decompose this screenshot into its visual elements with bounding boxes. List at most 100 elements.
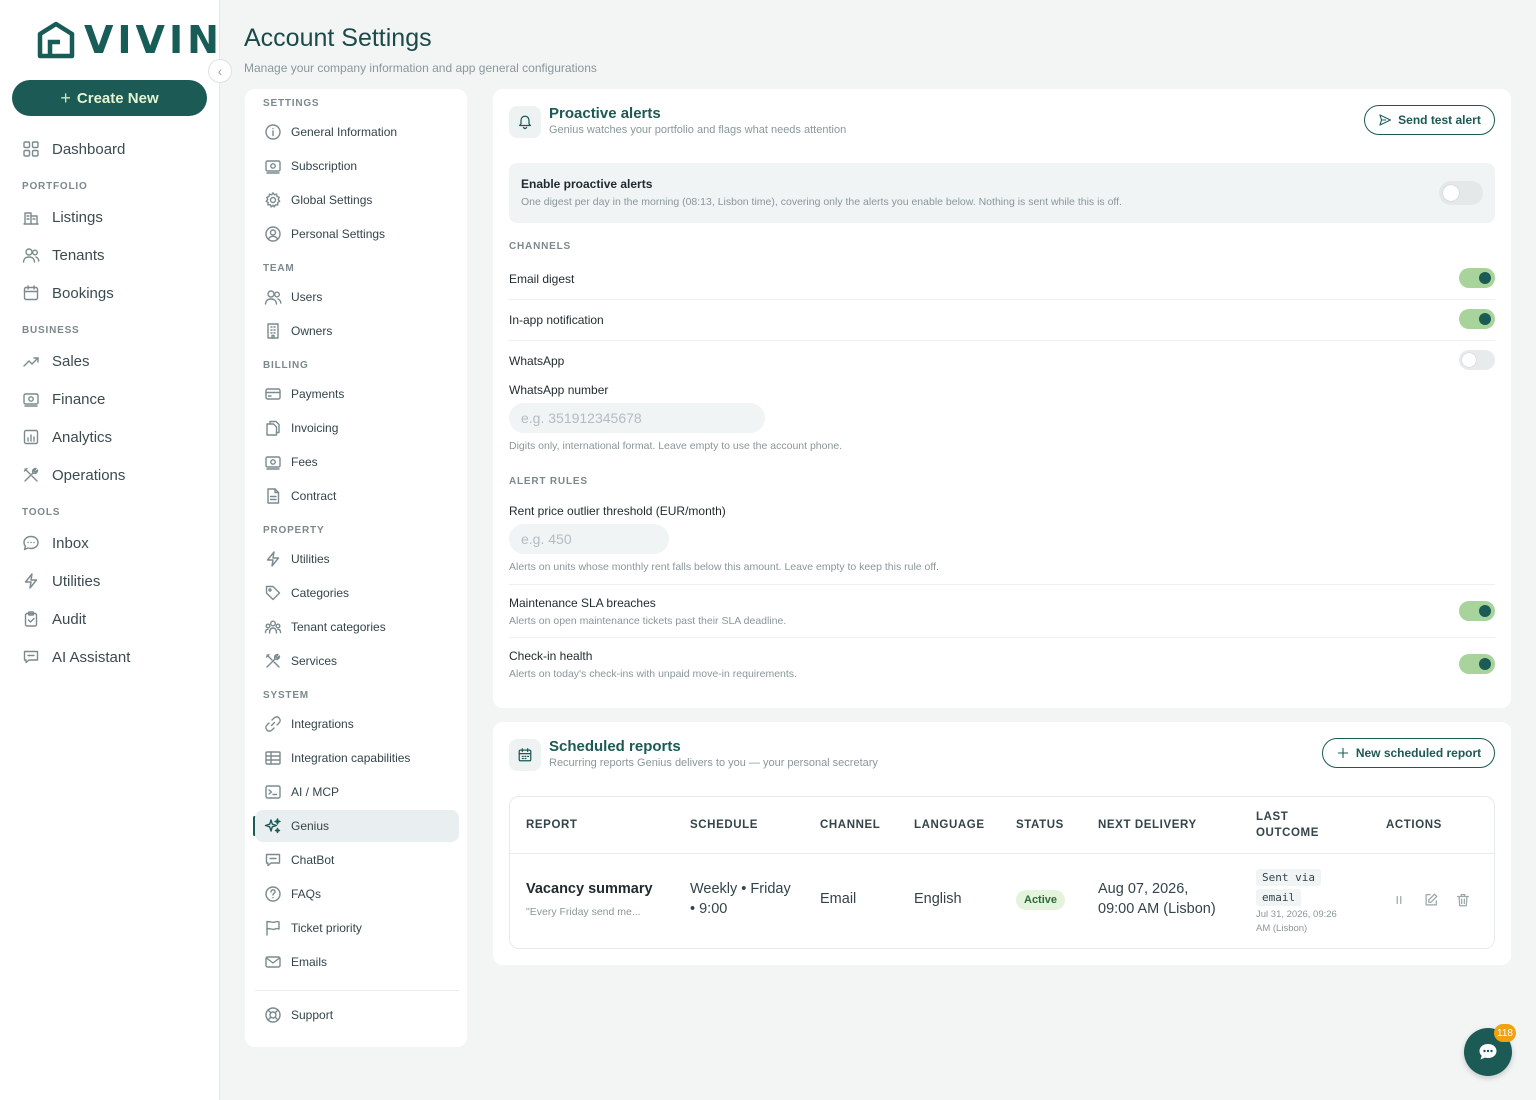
pause-button[interactable] bbox=[1391, 892, 1409, 910]
menu-ticket-priority[interactable]: Ticket priority bbox=[255, 912, 459, 944]
menu-support[interactable]: Support bbox=[255, 999, 459, 1031]
nav-inbox[interactable]: Inbox bbox=[22, 529, 89, 557]
menu-categories[interactable]: Categories bbox=[255, 577, 459, 609]
menu-integrations[interactable]: Integrations bbox=[255, 708, 459, 740]
grid-icon bbox=[23, 141, 39, 157]
logo[interactable]: VIVIN bbox=[36, 20, 223, 60]
channels-label: CHANNELS bbox=[509, 241, 571, 252]
menu-subscription[interactable]: Subscription bbox=[255, 150, 459, 182]
nav-bookings[interactable]: Bookings bbox=[22, 279, 114, 307]
column-schedule: SCHEDULE bbox=[690, 819, 759, 831]
menu-emails[interactable]: Emails bbox=[255, 946, 459, 978]
new-scheduled-report-button[interactable]: New scheduled report bbox=[1322, 738, 1495, 768]
menu-utilities[interactable]: Utilities bbox=[255, 543, 459, 575]
tag-icon bbox=[265, 585, 281, 601]
bell-icon bbox=[509, 106, 541, 138]
in-app-notification-toggle[interactable] bbox=[1459, 309, 1495, 329]
nav-tenants[interactable]: Tenants bbox=[22, 241, 105, 269]
menu-contract[interactable]: Contract bbox=[255, 480, 459, 512]
menu-invoicing[interactable]: Invoicing bbox=[255, 412, 459, 444]
create-new-button[interactable]: + Create New bbox=[12, 80, 207, 116]
enable-alerts-toggle[interactable] bbox=[1439, 181, 1483, 205]
rent-threshold-input[interactable] bbox=[509, 524, 669, 554]
column-channel: CHANNEL bbox=[820, 819, 881, 831]
menu-label: Categories bbox=[291, 586, 350, 600]
menu-genius[interactable]: Genius bbox=[255, 810, 459, 842]
chat-notification-badge: 118 bbox=[1494, 1024, 1516, 1042]
report-name[interactable]: Vacancy summary bbox=[526, 881, 653, 897]
nav-utilities[interactable]: Utilities bbox=[22, 567, 100, 595]
status-badge: Active bbox=[1016, 890, 1066, 910]
menu-personal-settings[interactable]: Personal Settings bbox=[255, 218, 459, 250]
row-divider bbox=[509, 299, 1495, 300]
scheduled-reports-card: Scheduled reports Recurring reports Geni… bbox=[493, 722, 1511, 965]
menu-section-system: SYSTEM bbox=[263, 690, 309, 701]
sla-breaches-title: Maintenance SLA breaches bbox=[509, 596, 656, 610]
nav-listings[interactable]: Listings bbox=[22, 203, 103, 231]
nav-utilities-label: Utilities bbox=[52, 572, 101, 590]
group-icon bbox=[264, 620, 282, 634]
menu-label: Genius bbox=[291, 819, 330, 833]
trash-icon bbox=[1457, 894, 1469, 907]
column-actions: ACTIONS bbox=[1386, 819, 1442, 831]
send-test-alert-button[interactable]: Send test alert bbox=[1364, 105, 1495, 135]
edit-button[interactable] bbox=[1423, 892, 1441, 910]
menu-integration-capabilities[interactable]: Integration capabilities bbox=[255, 742, 459, 774]
menu-chatbot[interactable]: ChatBot bbox=[255, 844, 459, 876]
menu-section-team: TEAM bbox=[263, 263, 295, 274]
check-in-health-toggle[interactable] bbox=[1459, 654, 1495, 674]
link-icon bbox=[265, 716, 281, 732]
building-icon bbox=[267, 323, 279, 339]
last-outcome-date-line1: Jul 31, 2026, 09:26 bbox=[1256, 909, 1337, 920]
proactive-alerts-card: Proactive alerts Genius watches your por… bbox=[493, 89, 1511, 708]
menu-owners[interactable]: Owners bbox=[255, 315, 459, 347]
proactive-alerts-title: Proactive alerts bbox=[549, 105, 661, 122]
menu-label: Global Settings bbox=[291, 193, 373, 207]
users-icon bbox=[264, 290, 282, 305]
menu-global-settings[interactable]: Global Settings bbox=[255, 184, 459, 216]
menu-services[interactable]: Services bbox=[255, 645, 459, 677]
column-last-outcome-line1: LAST bbox=[1256, 811, 1289, 823]
last-outcome-text: Sent via email bbox=[1256, 867, 1321, 907]
menu-users[interactable]: Users bbox=[255, 281, 459, 313]
menu-tenant-categories[interactable]: Tenant categories bbox=[255, 611, 459, 643]
menu-label: Utilities bbox=[291, 552, 330, 566]
document-icon bbox=[267, 488, 280, 504]
menu-faqs[interactable]: FAQs bbox=[255, 878, 459, 910]
nav-finance[interactable]: Finance bbox=[22, 385, 105, 413]
whatsapp-toggle[interactable] bbox=[1459, 350, 1495, 370]
delete-button[interactable] bbox=[1455, 892, 1473, 910]
menu-fees[interactable]: Fees bbox=[255, 446, 459, 478]
sla-breaches-toggle[interactable] bbox=[1459, 601, 1495, 621]
menu-label: Personal Settings bbox=[291, 227, 386, 241]
menu-label: AI / MCP bbox=[291, 785, 340, 799]
menu-payments[interactable]: Payments bbox=[255, 378, 459, 410]
nav-analytics[interactable]: Analytics bbox=[22, 423, 112, 451]
in-app-notification-label: In-app notification bbox=[509, 313, 604, 327]
nav-audit[interactable]: Audit bbox=[22, 605, 86, 633]
menu-label: Ticket priority bbox=[291, 921, 362, 935]
menu-label: ChatBot bbox=[291, 853, 335, 867]
plus-icon: + bbox=[60, 87, 71, 108]
nav-sales[interactable]: Sales bbox=[22, 347, 90, 375]
help-circle-icon bbox=[265, 886, 281, 902]
nav-ai-assistant[interactable]: AI Assistant bbox=[22, 643, 130, 671]
nav-operations[interactable]: Operations bbox=[22, 461, 125, 489]
nav-listings-label: Listings bbox=[52, 208, 103, 226]
menu-divider bbox=[255, 990, 459, 991]
menu-ai-mcp[interactable]: AI / MCP bbox=[255, 776, 459, 808]
email-digest-toggle[interactable] bbox=[1459, 268, 1495, 288]
user-circle-icon bbox=[265, 226, 281, 242]
enable-alerts-description: One digest per day in the morning (08:13… bbox=[521, 196, 1122, 208]
menu-section-billing: BILLING bbox=[263, 360, 309, 371]
collapse-sidebar-button[interactable]: ‹ bbox=[208, 59, 232, 83]
chat-bubble-icon bbox=[1479, 1044, 1497, 1060]
toggle-knob bbox=[1462, 353, 1476, 367]
nav-operations-label: Operations bbox=[52, 466, 126, 484]
whatsapp-number-input[interactable] bbox=[509, 403, 765, 433]
nav-dashboard[interactable]: Dashboard bbox=[22, 135, 125, 163]
users-icon bbox=[22, 248, 40, 263]
menu-general-information[interactable]: General Information bbox=[255, 116, 459, 148]
schedule-line1: Weekly • Friday bbox=[690, 881, 791, 897]
row-divider bbox=[509, 340, 1495, 341]
